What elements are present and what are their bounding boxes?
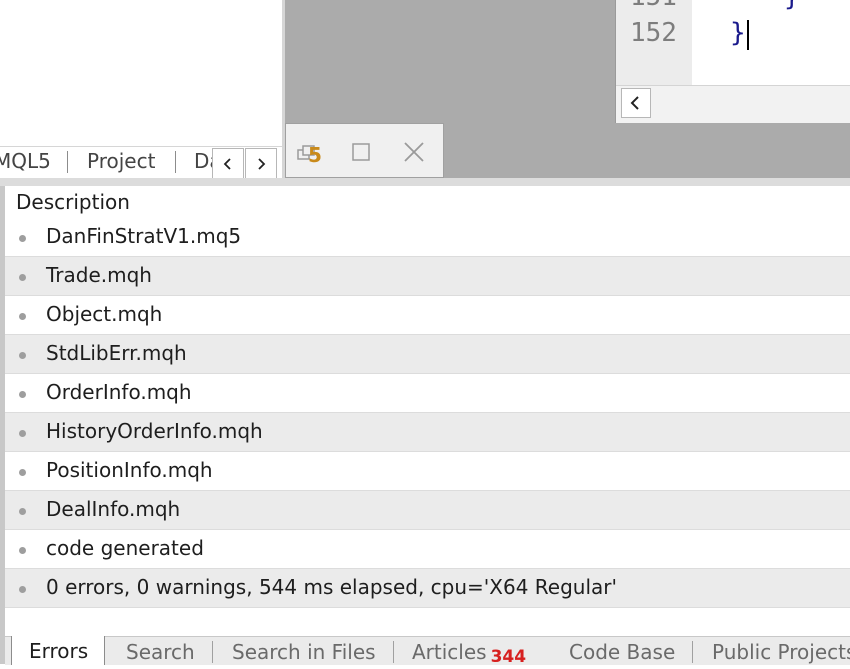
tab-separator: [67, 151, 68, 173]
bullet-icon: [19, 391, 26, 398]
tab-errors[interactable]: Errors: [11, 636, 105, 665]
list-item[interactable]: DanFinStratV1.mq5: [5, 218, 850, 257]
maximize-button[interactable]: [347, 138, 375, 166]
list-item[interactable]: PositionInfo.mqh: [5, 452, 850, 491]
list-item-text: PositionInfo.mqh: [46, 458, 213, 482]
bullet-icon: [19, 547, 26, 554]
list-item-text: Object.mqh: [46, 302, 163, 326]
list-item-text: StdLibErr.mqh: [46, 341, 187, 365]
navigator-tab-strip: MQL5 Project Da: [0, 146, 282, 179]
tab-scroll-left-button[interactable]: [212, 148, 244, 179]
minimized-window[interactable]: 5: [285, 123, 444, 178]
list-item-text: HistoryOrderInfo.mqh: [46, 419, 263, 443]
list-item[interactable]: Object.mqh: [5, 296, 850, 335]
tab-search[interactable]: Search: [126, 637, 195, 665]
tab-database[interactable]: Da: [194, 147, 212, 179]
mql5-editor-icon: 5: [296, 138, 324, 167]
list-item-text: DanFinStratV1.mq5: [46, 224, 242, 248]
code-line[interactable]: }: [784, 0, 800, 12]
horizontal-scrollbar[interactable]: [616, 85, 850, 123]
code-editor-window[interactable]: 151 152 } }: [615, 0, 850, 123]
tab-project[interactable]: Project: [87, 147, 161, 179]
bullet-icon: [19, 274, 26, 281]
list-item-text: DealInfo.mqh: [46, 497, 181, 521]
tab-public-projects[interactable]: Public Projects: [712, 637, 850, 665]
tab-scroll-right-button[interactable]: [245, 148, 277, 179]
tab-separator: [393, 641, 394, 663]
list-item[interactable]: HistoryOrderInfo.mqh: [5, 413, 850, 452]
tab-articles-label: Articles: [412, 640, 487, 664]
line-number-gutter: 151 152: [616, 0, 692, 85]
bullet-icon: [19, 430, 26, 437]
line-number: 152: [630, 18, 677, 48]
list-item[interactable]: Trade.mqh: [5, 257, 850, 296]
list-item-text: OrderInfo.mqh: [46, 380, 192, 404]
bullet-icon: [19, 586, 26, 593]
column-header-description[interactable]: Description: [16, 190, 130, 214]
list-item-text: Trade.mqh: [46, 263, 152, 287]
chevron-left-icon: [223, 157, 231, 170]
close-button[interactable]: [400, 138, 428, 166]
tab-search-in-files[interactable]: Search in Files: [232, 637, 376, 665]
list-item[interactable]: DealInfo.mqh: [5, 491, 850, 530]
errors-list: Description DanFinStratV1.mq5 Trade.mqh …: [5, 186, 850, 636]
navigator-panel: [0, 0, 282, 146]
code-line[interactable]: }: [730, 18, 746, 48]
toolbox-tab-strip: Errors Search Search in Files Articles 34…: [5, 636, 850, 667]
tab-code-base[interactable]: Code Base: [569, 637, 675, 665]
list-item[interactable]: 0 errors, 0 warnings, 544 ms elapsed, cp…: [5, 569, 850, 608]
articles-count-badge: 344: [490, 647, 527, 667]
chevron-right-icon: [258, 157, 266, 170]
bullet-icon: [19, 508, 26, 515]
close-icon: [404, 142, 424, 162]
list-item-text: code generated: [46, 536, 204, 560]
bullet-icon: [19, 313, 26, 320]
tab-separator: [212, 641, 213, 663]
svg-text:5: 5: [308, 143, 322, 166]
tab-mql5[interactable]: MQL5: [0, 147, 50, 179]
text-caret: [747, 20, 749, 50]
toolbox-splitter[interactable]: [0, 178, 850, 186]
list-item[interactable]: StdLibErr.mqh: [5, 335, 850, 374]
maximize-icon: [352, 143, 370, 161]
list-item-text: 0 errors, 0 warnings, 544 ms elapsed, cp…: [46, 575, 618, 599]
bullet-icon: [19, 469, 26, 476]
chevron-left-icon: [630, 96, 639, 110]
scroll-left-button[interactable]: [621, 88, 651, 118]
list-item[interactable]: OrderInfo.mqh: [5, 374, 850, 413]
bullet-icon: [19, 235, 26, 242]
list-item[interactable]: code generated: [5, 530, 850, 569]
tab-separator: [692, 641, 693, 663]
line-number: 151: [630, 0, 677, 12]
tab-articles[interactable]: Articles 344: [412, 637, 527, 667]
tab-separator: [175, 151, 176, 173]
bullet-icon: [19, 352, 26, 359]
